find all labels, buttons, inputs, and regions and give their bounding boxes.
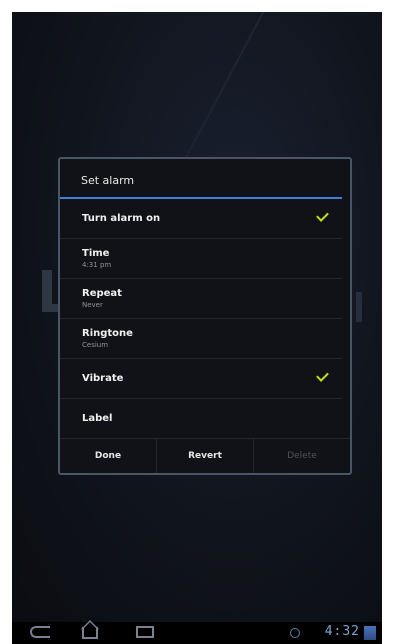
repeat-value: Never	[82, 301, 103, 309]
done-button[interactable]: Done	[60, 439, 157, 473]
delete-button: Delete	[287, 451, 317, 461]
ringtone-value: Cesium	[82, 341, 109, 349]
turn-alarm-on-row[interactable]: Turn alarm on	[60, 199, 342, 239]
dialog-title: Set alarm	[60, 159, 342, 199]
set-alarm-dialog: Set alarm Turn alarm on Time 4:31 pm Rep…	[58, 157, 352, 475]
system-bar: 4:32	[12, 622, 382, 644]
recent-apps-icon[interactable]	[136, 626, 154, 638]
back-icon[interactable]	[30, 626, 50, 638]
dialog-button-bar: Done Revert Delete	[60, 438, 350, 473]
revert-button[interactable]: Revert	[157, 439, 254, 473]
repeat-row[interactable]: Repeat Never	[60, 279, 342, 319]
repeat-label: Repeat	[82, 288, 122, 299]
background-clock-digit	[356, 292, 362, 322]
vibrate-label: Vibrate	[82, 373, 124, 384]
time-label: Time	[82, 248, 110, 259]
home-icon[interactable]	[82, 627, 98, 639]
label-label: Label	[82, 413, 113, 424]
gps-icon	[290, 628, 300, 638]
signal-icon	[364, 626, 376, 640]
ringtone-label: Ringtone	[82, 328, 133, 339]
vibrate-row[interactable]: Vibrate	[60, 359, 342, 399]
ringtone-row[interactable]: Ringtone Cesium	[60, 319, 342, 359]
time-value: 4:31 pm	[82, 261, 112, 269]
status-clock[interactable]: 4:32	[325, 624, 360, 639]
turn-alarm-on-label: Turn alarm on	[82, 213, 161, 224]
label-row[interactable]: Label	[60, 399, 342, 439]
time-row[interactable]: Time 4:31 pm	[60, 239, 342, 279]
